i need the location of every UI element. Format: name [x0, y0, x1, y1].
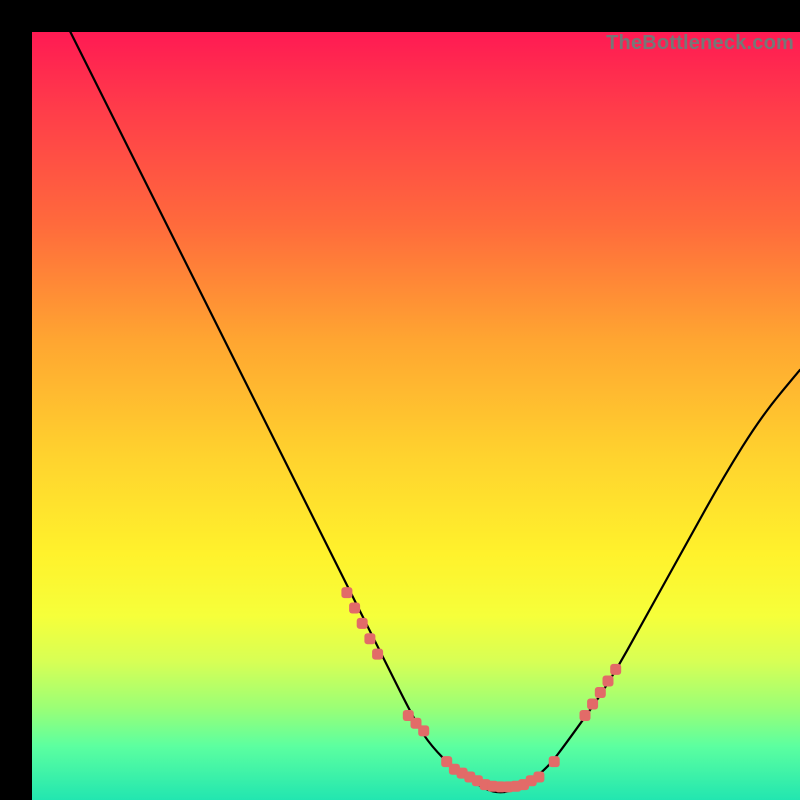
chart-frame: TheBottleneck.com: [16, 16, 784, 784]
data-marker: [595, 687, 606, 698]
data-marker: [364, 633, 375, 644]
data-marker: [587, 699, 598, 710]
data-marker: [372, 649, 383, 660]
data-marker: [533, 772, 544, 783]
data-marker: [418, 725, 429, 736]
plot-area: TheBottleneck.com: [32, 32, 800, 800]
data-marker: [349, 603, 360, 614]
marker-group: [341, 587, 621, 792]
chart-svg: [32, 32, 800, 800]
data-marker: [610, 664, 621, 675]
data-marker: [580, 710, 591, 721]
data-marker: [357, 618, 368, 629]
data-marker: [341, 587, 352, 598]
watermark-text: TheBottleneck.com: [606, 32, 794, 55]
bottleneck-curve-line: [70, 32, 800, 792]
data-marker: [549, 756, 560, 767]
data-marker: [603, 676, 614, 687]
